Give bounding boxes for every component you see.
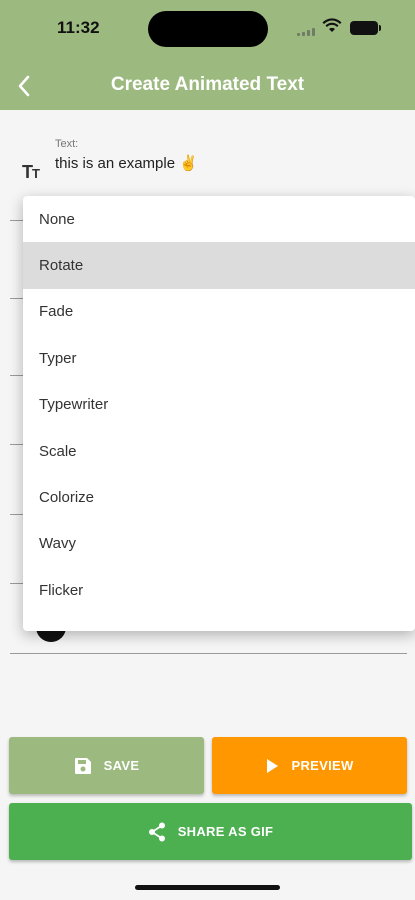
save-button[interactable]: SAVE bbox=[9, 737, 204, 794]
share-as-gif-button[interactable]: SHARE AS GIF bbox=[9, 803, 412, 860]
menu-item-none[interactable]: None bbox=[23, 196, 415, 242]
save-icon bbox=[74, 757, 91, 774]
status-bar: 11:32 bbox=[0, 0, 415, 62]
battery-icon bbox=[350, 21, 381, 35]
menu-item-fade[interactable]: Fade bbox=[23, 289, 415, 335]
menu-item-typer[interactable]: Typer bbox=[23, 335, 415, 381]
status-time: 11:32 bbox=[57, 18, 100, 37]
share-button-label: SHARE AS GIF bbox=[177, 824, 274, 839]
divider bbox=[10, 653, 407, 654]
dynamic-island bbox=[148, 11, 268, 47]
signal-icon bbox=[297, 28, 317, 36]
animation-dropdown-menu: None Rotate Fade Typer Typewriter Scale … bbox=[23, 196, 415, 631]
preview-button[interactable]: PREVIEW bbox=[212, 737, 407, 794]
page-title: Create Animated Text bbox=[110, 74, 305, 95]
menu-item-wavy[interactable]: Wavy bbox=[23, 521, 415, 567]
share-icon bbox=[148, 822, 165, 841]
text-size-icon: TT bbox=[22, 162, 40, 182]
home-indicator[interactable] bbox=[135, 885, 280, 890]
menu-item-rotate[interactable]: Rotate bbox=[23, 242, 415, 289]
play-icon bbox=[267, 758, 279, 773]
text-field-label: Text: bbox=[55, 138, 79, 150]
wifi-icon bbox=[322, 18, 342, 32]
menu-item-scale[interactable]: Scale bbox=[23, 428, 415, 474]
menu-item-colorize[interactable]: Colorize bbox=[23, 474, 415, 520]
menu-item-flicker[interactable]: Flicker bbox=[23, 567, 415, 613]
menu-item-typewriter[interactable]: Typewriter bbox=[23, 382, 415, 428]
app-bar: Create Animated Text bbox=[0, 62, 415, 110]
preview-button-label: PREVIEW bbox=[291, 758, 354, 773]
text-input-field[interactable]: TT Text: this is an example ✌️ bbox=[0, 110, 415, 190]
save-button-label: SAVE bbox=[103, 758, 140, 773]
text-field-value[interactable]: this is an example ✌️ bbox=[55, 154, 198, 172]
